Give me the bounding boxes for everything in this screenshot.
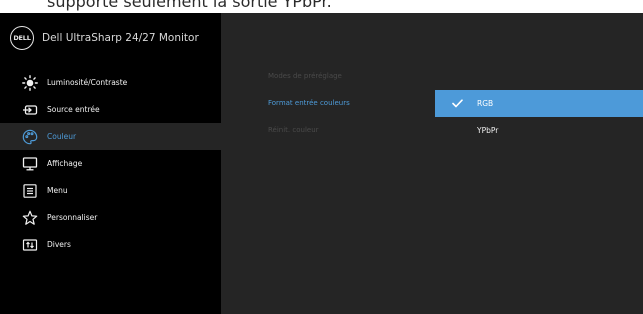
option-ypbpr[interactable]: YPbPr — [435, 117, 643, 144]
input-source-icon — [22, 102, 38, 118]
submenu-reset-color: Réinit. couleur — [268, 126, 319, 134]
menu-item-color[interactable]: Couleur — [0, 123, 221, 150]
option-label: YPbPr — [477, 126, 499, 135]
menu-label: Divers — [47, 240, 71, 249]
menu-label: Luminosité/Contraste — [47, 78, 128, 87]
settings-panel: Modes de préréglage Format entrée couleu… — [221, 13, 643, 314]
sidebar: DELL Dell UltraSharp 24/27 Monitor Lumin… — [0, 13, 221, 314]
menu-icon — [22, 183, 38, 199]
menu-item-brightness-contrast[interactable]: Luminosité/Contraste — [0, 69, 221, 96]
display-icon — [22, 156, 38, 172]
dell-logo: DELL — [10, 26, 34, 50]
brand-header: DELL Dell UltraSharp 24/27 Monitor — [0, 13, 221, 63]
color-palette-icon — [22, 129, 38, 145]
menu-item-others[interactable]: Divers — [0, 231, 221, 258]
submenu-preset-modes: Modes de préréglage — [268, 72, 342, 80]
monitor-title: Dell UltraSharp 24/27 Monitor — [42, 32, 199, 44]
main-menu: Luminosité/Contraste Source entrée Coule… — [0, 63, 221, 258]
color-format-options: RGB YPbPr — [435, 90, 643, 144]
menu-item-personalize[interactable]: Personnaliser — [0, 204, 221, 231]
menu-label: Source entrée — [47, 105, 100, 114]
menu-label: Personnaliser — [47, 213, 98, 222]
star-icon — [22, 210, 38, 226]
submenu-input-color-format[interactable]: Format entrée couleurs — [268, 99, 350, 107]
menu-label: Menu — [47, 186, 68, 195]
others-icon — [22, 237, 38, 253]
menu-label: Couleur — [47, 132, 77, 141]
menu-label: Affichage — [47, 159, 83, 168]
brightness-icon — [22, 74, 38, 91]
menu-item-display[interactable]: Affichage — [0, 150, 221, 177]
monitor-osd: DELL Dell UltraSharp 24/27 Monitor Lumin… — [0, 13, 643, 314]
menu-item-menu[interactable]: Menu — [0, 177, 221, 204]
option-label: RGB — [477, 99, 494, 108]
option-rgb[interactable]: RGB — [435, 90, 643, 117]
menu-item-input-source[interactable]: Source entrée — [0, 96, 221, 123]
page-caption: supporte seulement la sortie YPbPr. — [47, 0, 332, 11]
checkmark-icon — [435, 99, 469, 108]
